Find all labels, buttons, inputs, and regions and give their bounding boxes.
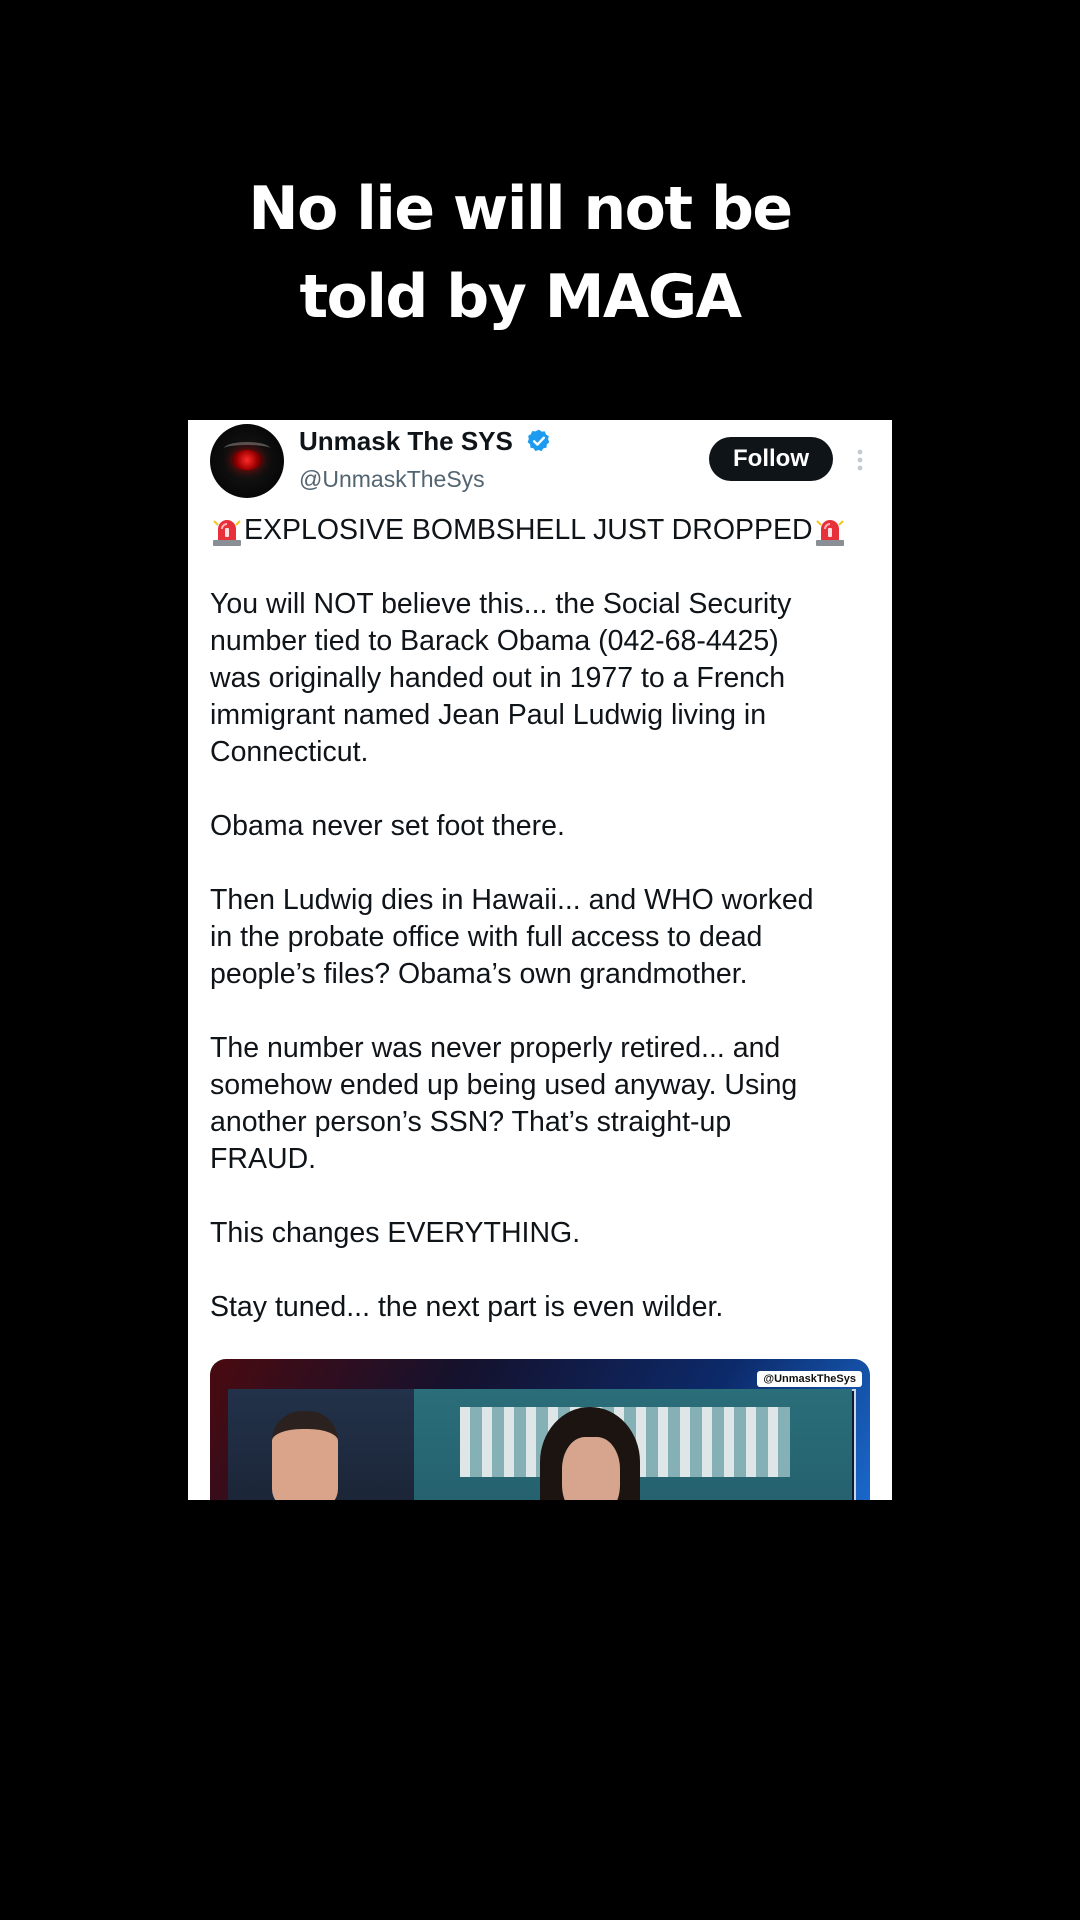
caption-line-2: told by MAGA xyxy=(299,262,742,332)
video-caption: No lie will not be told by MAGA xyxy=(0,165,1040,341)
police-siren-icon xyxy=(815,519,844,546)
tweet-headline: EXPLOSIVE BOMBSHELL JUST DROPPED xyxy=(210,512,880,549)
tweet-paragraph-4: The number was never properly retired...… xyxy=(210,1032,798,1175)
more-vertical-icon[interactable] xyxy=(848,446,872,474)
media-watermark: @UnmaskTheSys xyxy=(757,1371,862,1387)
tweet-paragraph-6: Stay tuned... the next part is even wild… xyxy=(210,1291,724,1323)
caption-line-1: No lie will not be xyxy=(248,174,793,244)
tweet-text: EXPLOSIVE BOMBSHELL JUST DROPPED You wil… xyxy=(210,512,880,1363)
avatar-eye xyxy=(232,450,262,470)
tweet-paragraph-1: You will NOT believe this... the Social … xyxy=(210,588,792,768)
follow-button[interactable]: Follow xyxy=(709,437,833,481)
media-host xyxy=(272,1411,338,1500)
headline-text: EXPLOSIVE BOMBSHELL JUST DROPPED xyxy=(244,514,813,546)
verified-badge-icon xyxy=(527,429,550,452)
tweet-media-video[interactable]: @UnmaskTheSys xyxy=(210,1359,870,1500)
tweet-paragraph-2: Obama never set foot there. xyxy=(210,810,565,842)
tweet-paragraph-5: This changes EVERYTHING. xyxy=(210,1217,581,1249)
media-speaker-face xyxy=(562,1437,620,1500)
tweet-paragraph-3: Then Ludwig dies in Hawaii... and WHO wo… xyxy=(210,884,814,990)
tweet-card: Unmask The SYS @UnmaskTheSys Follow EXPL… xyxy=(188,420,892,1500)
user-handle[interactable]: @UnmaskTheSys xyxy=(299,466,485,493)
police-siren-icon xyxy=(213,519,241,546)
display-name[interactable]: Unmask The SYS xyxy=(299,426,513,457)
avatar[interactable] xyxy=(210,424,284,498)
